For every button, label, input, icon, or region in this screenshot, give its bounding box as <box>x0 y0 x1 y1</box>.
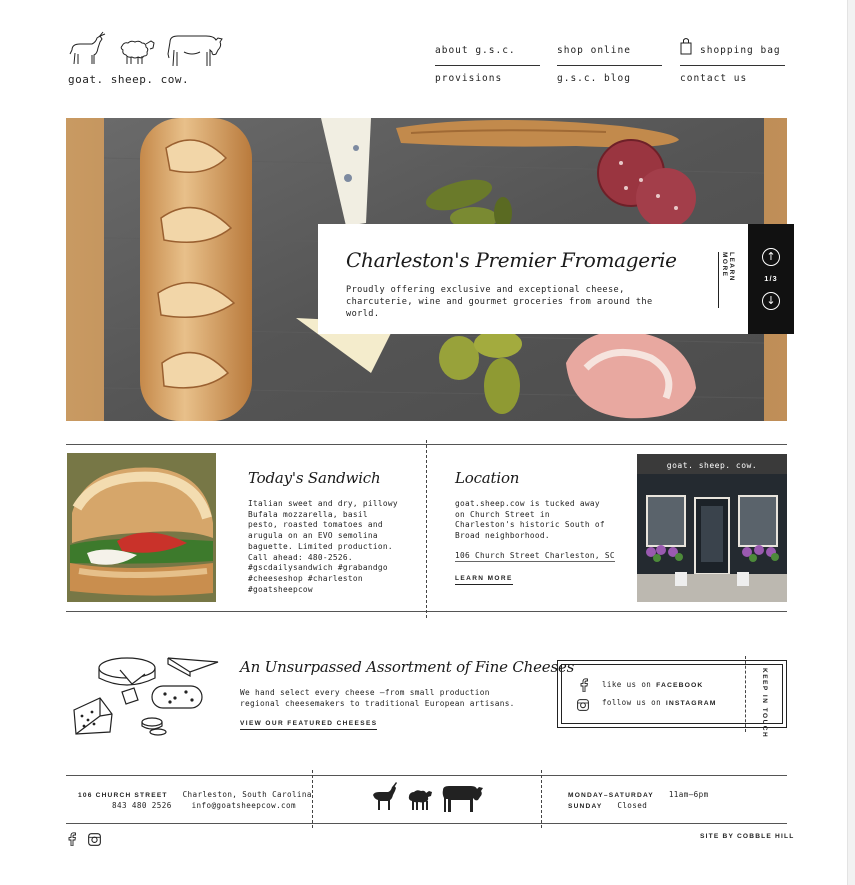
nav-divider <box>680 65 785 66</box>
location-address-link[interactable]: 106 Church Street Charleston, SC <box>455 551 615 562</box>
brand-wordmark[interactable]: goat. sheep. cow. <box>68 73 189 86</box>
animals-silhouette-icon <box>373 782 483 812</box>
nav-shop-online[interactable]: shop online <box>557 45 631 56</box>
nav-shopping-bag[interactable]: shopping bag <box>700 45 781 56</box>
section-divider-vertical <box>426 440 427 618</box>
location-description: goat.sheep.cow is tucked away on Church … <box>455 499 605 541</box>
footer-email[interactable]: info@goatsheepcow.com <box>192 801 296 810</box>
sandwich-title: Today's Sandwich <box>248 469 381 487</box>
facebook-label: FACEBOOK <box>656 682 704 689</box>
facebook-icon[interactable] <box>68 831 76 850</box>
sandwich-image <box>67 453 216 602</box>
keep-in-touch-label: KEEP IN TOUCH <box>761 668 768 739</box>
footer-divider-bottom <box>66 823 787 824</box>
hero-title: Charleston's Premier Fromagerie <box>346 248 677 272</box>
hours-sunday: SUNDAY <box>568 803 603 810</box>
nav-blog[interactable]: g.s.c. blog <box>557 73 631 84</box>
facebook-link[interactable]: like us on FACEBOOK <box>602 680 703 689</box>
storefront-sign: goat. sheep. cow. <box>666 461 758 470</box>
social-divider <box>745 656 746 732</box>
nav-contact[interactable]: contact us <box>680 73 747 84</box>
arrow-down-circle-icon[interactable]: ↓ <box>762 292 780 310</box>
footer-contact: 843 480 2526 info@goatsheepcow.com <box>112 801 296 810</box>
cheese-illustration <box>70 650 220 742</box>
cheeses-description: We hand select every cheese —from small … <box>240 688 515 708</box>
storefront-image: goat. sheep. cow. <box>637 454 787 602</box>
hours-sunday-status: Closed <box>617 801 648 810</box>
instagram-prefix: follow us on <box>602 698 661 707</box>
nav-divider <box>435 65 540 66</box>
footer-street: 106 CHURCH STREET <box>78 792 168 799</box>
location-learn-more[interactable]: LEARN MORE <box>455 575 513 585</box>
instagram-label: INSTAGRAM <box>665 700 717 707</box>
hours-time: 11am–6pm <box>668 790 709 799</box>
footer-city: Charleston, South Carolina <box>182 790 312 799</box>
footer-animals-logo <box>371 782 483 818</box>
footer-hours-sunday: SUNDAY Closed <box>568 801 647 810</box>
animals-logo-icon <box>69 31 223 67</box>
footer-address: 106 CHURCH STREET Charleston, South Caro… <box>78 790 312 799</box>
instagram-icon[interactable] <box>577 696 589 715</box>
hero-learn-more-label: LEARN MORE <box>721 252 735 282</box>
page-scrollbar[interactable] <box>847 0 855 885</box>
footer-divider-left <box>312 770 313 828</box>
nav-provisions[interactable]: provisions <box>435 73 502 84</box>
nav-about[interactable]: about g.s.c. <box>435 45 516 56</box>
hero-learn-more[interactable]: LEARN MORE <box>718 252 735 308</box>
cheeses-title: An Unsurpassed Assortment of Fine Cheese… <box>240 658 575 676</box>
footer-divider-right <box>541 770 542 828</box>
hero-description: Proudly offering exclusive and exception… <box>346 285 653 319</box>
facebook-icon[interactable] <box>580 677 588 696</box>
hours-days: MONDAY–SATURDAY <box>568 792 654 799</box>
featured-cheeses-link[interactable]: VIEW OUR FEATURED CHEESES <box>240 720 378 730</box>
shopping-bag-icon[interactable] <box>680 37 692 59</box>
arrow-up-circle-icon[interactable]: ↑ <box>762 248 780 266</box>
social-box-inner <box>561 664 783 724</box>
facebook-prefix: like us on <box>602 680 652 689</box>
slide-counter: 1/3 <box>764 274 778 283</box>
site-credit-link[interactable]: SITE BY COBBLE HILL <box>700 833 794 840</box>
sandwich-description: Italian sweet and dry, pillowy Bufala mo… <box>248 499 398 594</box>
instagram-icon[interactable] <box>88 831 101 850</box>
footer-hours-weekday: MONDAY–SATURDAY 11am–6pm <box>568 790 709 799</box>
nav-divider <box>557 65 662 66</box>
footer-divider-top <box>66 775 787 776</box>
instagram-link[interactable]: follow us on INSTAGRAM <box>602 698 716 707</box>
footer-phone[interactable]: 843 480 2526 <box>112 801 172 810</box>
location-title: Location <box>455 469 520 487</box>
